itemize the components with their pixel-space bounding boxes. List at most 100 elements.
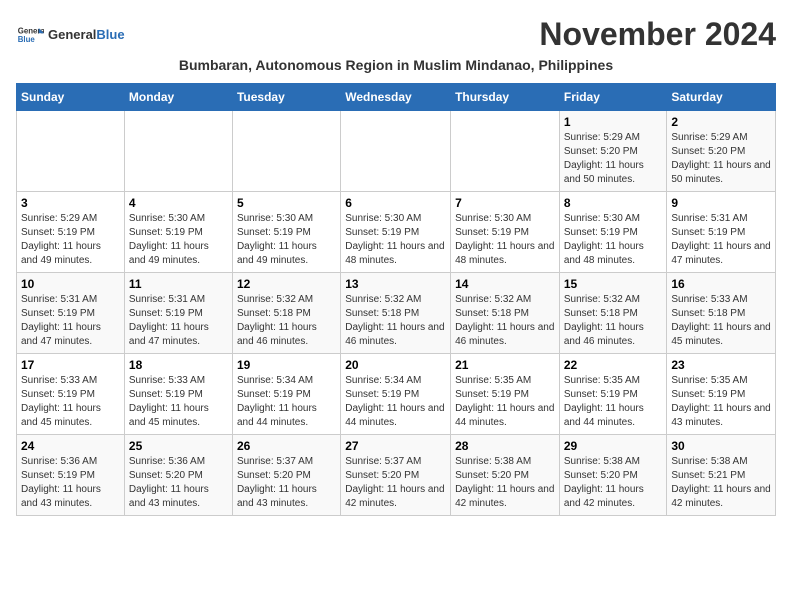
logo-blue: Blue [96,27,124,42]
table-row: 24 Sunrise: 5:36 AM Sunset: 5:19 PM Dayli… [17,435,125,516]
day-info: Sunrise: 5:35 AM Sunset: 5:19 PM Dayligh… [671,374,771,430]
table-row: 29 Sunrise: 5:38 AM Sunset: 5:20 PM Dayli… [559,435,667,516]
col-header-friday: Friday [559,84,667,111]
day-info: Sunrise: 5:31 AM Sunset: 5:19 PM Dayligh… [21,293,120,349]
table-row: 19Sunrise: 5:34 AM Sunset: 5:19 PM Dayli… [232,354,340,435]
day-info: Sunrise: 5:29 AM Sunset: 5:20 PM Dayligh… [564,131,663,187]
day-number: 28 [455,439,555,453]
day-number: 21 [455,358,555,372]
month-title: November 2024 [539,16,776,53]
day-info: Sunrise: 5:35 AM Sunset: 5:19 PM Dayligh… [455,374,555,430]
table-row: 22 Sunrise: 5:35 AM Sunset: 5:19 PM Dayli… [559,354,667,435]
day-info: Sunrise: 5:30 AM Sunset: 5:19 PM Dayligh… [237,212,336,268]
col-header-tuesday: Tuesday [232,84,340,111]
day-number: 9 [671,196,771,210]
header: General Blue General Blue November 2024 [16,16,776,53]
day-number: 20 [345,358,446,372]
day-info: Sunrise: 5:33 AM Sunset: 5:19 PM Dayligh… [129,374,228,430]
table-row: 18 Sunrise: 5:33 AM Sunset: 5:19 PM Dayli… [124,354,232,435]
table-row: 17Sunrise: 5:33 AM Sunset: 5:19 PM Dayli… [17,354,125,435]
col-header-sunday: Sunday [17,84,125,111]
day-number: 29 [564,439,663,453]
day-number: 11 [129,277,228,291]
svg-text:Blue: Blue [18,35,36,44]
calendar-table: SundayMondayTuesdayWednesdayThursdayFrid… [16,83,776,516]
day-info: Sunrise: 5:31 AM Sunset: 5:19 PM Dayligh… [671,212,771,268]
day-number: 8 [564,196,663,210]
day-info: Sunrise: 5:32 AM Sunset: 5:18 PM Dayligh… [345,293,446,349]
day-number: 16 [671,277,771,291]
table-row: 21 Sunrise: 5:35 AM Sunset: 5:19 PM Dayli… [451,354,560,435]
calendar-subtitle: Bumbaran, Autonomous Region in Muslim Mi… [16,57,776,73]
day-number: 24 [21,439,120,453]
col-header-saturday: Saturday [667,84,776,111]
logo: General Blue General Blue [16,21,125,49]
table-row: 9 Sunrise: 5:31 AM Sunset: 5:19 PM Daylig… [667,192,776,273]
table-row: 26 Sunrise: 5:37 AM Sunset: 5:20 PM Dayli… [232,435,340,516]
day-info: Sunrise: 5:29 AM Sunset: 5:19 PM Dayligh… [21,212,120,268]
day-info: Sunrise: 5:32 AM Sunset: 5:18 PM Dayligh… [564,293,663,349]
table-row [451,111,560,192]
day-number: 6 [345,196,446,210]
day-info: Sunrise: 5:37 AM Sunset: 5:20 PM Dayligh… [345,455,446,511]
day-info: Sunrise: 5:37 AM Sunset: 5:20 PM Dayligh… [237,455,336,511]
day-number: 12 [237,277,336,291]
table-row: 27 Sunrise: 5:37 AM Sunset: 5:20 PM Dayli… [341,435,451,516]
day-number: 13 [345,277,446,291]
table-row: 4 Sunrise: 5:30 AM Sunset: 5:19 PM Daylig… [124,192,232,273]
table-row: 14 Sunrise: 5:32 AM Sunset: 5:18 PM Dayli… [451,273,560,354]
day-number: 15 [564,277,663,291]
table-row: 16 Sunrise: 5:33 AM Sunset: 5:18 PM Dayli… [667,273,776,354]
table-row: 11Sunrise: 5:31 AM Sunset: 5:19 PM Dayli… [124,273,232,354]
col-header-monday: Monday [124,84,232,111]
table-row: 5Sunrise: 5:30 AM Sunset: 5:19 PM Daylig… [232,192,340,273]
day-number: 4 [129,196,228,210]
day-number: 3 [21,196,120,210]
day-number: 14 [455,277,555,291]
day-info: Sunrise: 5:32 AM Sunset: 5:18 PM Dayligh… [455,293,555,349]
day-info: Sunrise: 5:38 AM Sunset: 5:20 PM Dayligh… [455,455,555,511]
day-number: 1 [564,115,663,129]
day-number: 22 [564,358,663,372]
day-number: 30 [671,439,771,453]
table-row: 15 Sunrise: 5:32 AM Sunset: 5:18 PM Dayli… [559,273,667,354]
table-row: 20 Sunrise: 5:34 AM Sunset: 5:19 PM Dayli… [341,354,451,435]
table-row: 8Sunrise: 5:30 AM Sunset: 5:19 PM Daylig… [559,192,667,273]
table-row: 7Sunrise: 5:30 AM Sunset: 5:19 PM Daylig… [451,192,560,273]
col-header-thursday: Thursday [451,84,560,111]
day-number: 26 [237,439,336,453]
table-row: 3 Sunrise: 5:29 AM Sunset: 5:19 PM Daylig… [17,192,125,273]
day-info: Sunrise: 5:30 AM Sunset: 5:19 PM Dayligh… [129,212,228,268]
table-row: 30Sunrise: 5:38 AM Sunset: 5:21 PM Dayli… [667,435,776,516]
day-info: Sunrise: 5:34 AM Sunset: 5:19 PM Dayligh… [345,374,446,430]
day-number: 10 [21,277,120,291]
col-header-wednesday: Wednesday [341,84,451,111]
day-info: Sunrise: 5:36 AM Sunset: 5:19 PM Dayligh… [21,455,120,511]
day-number: 18 [129,358,228,372]
day-info: Sunrise: 5:29 AM Sunset: 5:20 PM Dayligh… [671,131,771,187]
day-info: Sunrise: 5:35 AM Sunset: 5:19 PM Dayligh… [564,374,663,430]
day-info: Sunrise: 5:30 AM Sunset: 5:19 PM Dayligh… [345,212,446,268]
day-info: Sunrise: 5:33 AM Sunset: 5:18 PM Dayligh… [671,293,771,349]
table-row: 25 Sunrise: 5:36 AM Sunset: 5:20 PM Dayli… [124,435,232,516]
table-row: 12 Sunrise: 5:32 AM Sunset: 5:18 PM Dayli… [232,273,340,354]
day-info: Sunrise: 5:32 AM Sunset: 5:18 PM Dayligh… [237,293,336,349]
table-row: 23 Sunrise: 5:35 AM Sunset: 5:19 PM Dayli… [667,354,776,435]
table-row: 10 Sunrise: 5:31 AM Sunset: 5:19 PM Dayli… [17,273,125,354]
day-number: 17 [21,358,120,372]
day-info: Sunrise: 5:36 AM Sunset: 5:20 PM Dayligh… [129,455,228,511]
table-row: 6 Sunrise: 5:30 AM Sunset: 5:19 PM Daylig… [341,192,451,273]
day-number: 23 [671,358,771,372]
table-row: 13 Sunrise: 5:32 AM Sunset: 5:18 PM Dayli… [341,273,451,354]
day-number: 2 [671,115,771,129]
day-number: 25 [129,439,228,453]
day-number: 27 [345,439,446,453]
table-row [232,111,340,192]
table-row [17,111,125,192]
logo-icon: General Blue [16,21,44,49]
table-row: 2 Sunrise: 5:29 AM Sunset: 5:20 PM Daylig… [667,111,776,192]
logo-general: General [48,27,96,42]
day-number: 19 [237,358,336,372]
day-info: Sunrise: 5:38 AM Sunset: 5:20 PM Dayligh… [564,455,663,511]
table-row [124,111,232,192]
